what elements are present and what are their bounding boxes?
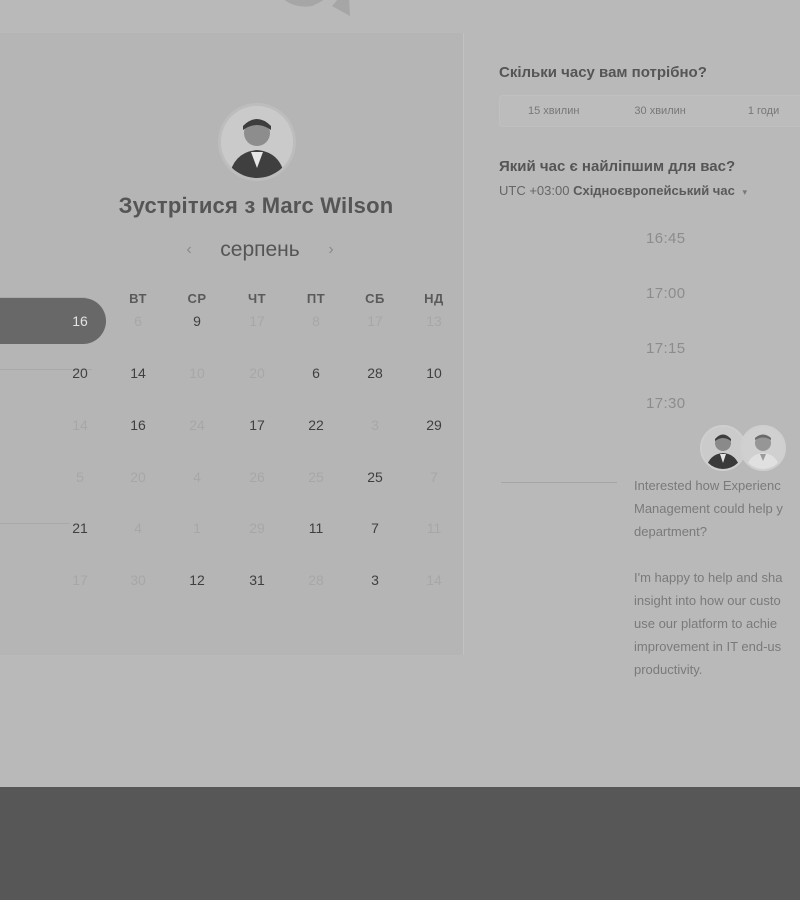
calendar-day: 17: [72, 572, 88, 588]
calendar-day[interactable]: 9: [177, 313, 217, 329]
calendar-day[interactable]: 11: [296, 520, 336, 536]
calendar-day: 28: [308, 572, 324, 588]
duration-option-15[interactable]: 15 хвилин: [528, 105, 579, 117]
timezone-offset: UTC +03:00: [499, 183, 570, 198]
message-line: insight into how our custo: [634, 593, 781, 608]
host-avatar: [740, 425, 786, 471]
calendar-day[interactable]: 20: [60, 365, 100, 381]
calendar-day: 10: [189, 365, 205, 381]
calendar-day[interactable]: 17: [237, 417, 277, 433]
timezone-name: Східноєвропейський час: [573, 183, 735, 198]
calendar-day[interactable]: 6: [296, 365, 336, 381]
time-slot[interactable]: 16:45: [646, 230, 686, 247]
calendar-day[interactable]: 7: [355, 520, 395, 536]
calendar-day[interactable]: 29: [414, 417, 454, 433]
meeting-title: Зустрітися з Marc Wilson: [118, 193, 394, 218]
duration-selector: 15 хвилин 30 хвилин 1 годи: [499, 95, 800, 127]
calendar-day: 17: [367, 313, 383, 329]
divider: [501, 482, 617, 483]
message-line: productivity.: [634, 662, 703, 677]
time-question: Який час є найліпшим для вас?: [499, 158, 736, 175]
weekday-wed: СР: [187, 291, 207, 306]
message-line: department?: [634, 524, 707, 539]
message-line: I'm happy to help and sha: [634, 570, 783, 585]
calendar-day[interactable]: 31: [237, 572, 277, 588]
prev-month-icon[interactable]: ‹: [180, 241, 198, 259]
host-avatar: [218, 103, 296, 181]
calendar-day: 6: [134, 313, 142, 329]
calendar-day: 29: [249, 520, 265, 536]
calendar-day[interactable]: 10: [414, 365, 454, 381]
calendar-day[interactable]: 12: [177, 572, 217, 588]
weekday-sat: СБ: [365, 291, 385, 306]
time-slot[interactable]: 17:30: [646, 395, 686, 412]
weekday-tue: ВТ: [129, 291, 147, 306]
message-line: use our platform to achie: [634, 616, 778, 631]
calendar-day: 30: [130, 572, 146, 588]
chevron-down-icon: ▾: [742, 187, 747, 197]
calendar-day: 25: [308, 469, 324, 485]
calendar-day: 20: [130, 469, 146, 485]
message-line: improvement in IT end-us: [634, 639, 782, 654]
calendar-day: 17: [249, 313, 265, 329]
weekday-sun: НД: [424, 291, 444, 306]
calendar-day[interactable]: 16: [118, 417, 158, 433]
next-month-icon[interactable]: ›: [322, 241, 340, 259]
calendar-day: 26: [249, 469, 265, 485]
duration-option-30[interactable]: 30 хвилин: [634, 105, 685, 117]
weekday-fri: ПТ: [306, 291, 326, 306]
calendar-day: 8: [312, 313, 320, 329]
calendar-day: 24: [189, 417, 205, 433]
message-line: Interested how Experienc: [634, 478, 781, 493]
calendar-day: 14: [72, 417, 88, 433]
month-label: серпень: [220, 238, 300, 261]
calendar-day[interactable]: 21: [60, 520, 100, 536]
message-line: Management could help y: [634, 501, 783, 516]
booking-panel: Скільки часу вам потрібно? 15 хвилин 30 …: [466, 33, 800, 733]
calendar-day: 1: [193, 520, 201, 536]
month-navigation: ‹ серпень ›: [180, 235, 340, 265]
calendar-day: 14: [426, 572, 442, 588]
calendar-day: 4: [134, 520, 142, 536]
calendar-panel: Зустрітися з Marc Wilson ‹ серпень › ВТ …: [0, 33, 464, 655]
calendar-day[interactable]: 22: [296, 417, 336, 433]
calendar-day: 11: [426, 520, 442, 536]
duration-question: Скільки часу вам потрібно?: [499, 64, 707, 81]
calendar-day[interactable]: 14: [118, 365, 158, 381]
calendar-day: 4: [193, 469, 201, 485]
time-slot[interactable]: 17:15: [646, 340, 686, 357]
footer-bar: [0, 787, 800, 900]
weekday-thu: ЧТ: [247, 291, 267, 306]
calendar-day-selected[interactable]: 16: [60, 313, 100, 329]
duration-option-60[interactable]: 1 годи: [748, 105, 779, 117]
calendar-day[interactable]: 3: [355, 572, 395, 588]
calendar-day: 20: [249, 365, 265, 381]
calendar-day: 13: [426, 313, 442, 329]
calendar-day: 5: [76, 469, 84, 485]
calendar-day[interactable]: 25: [355, 469, 395, 485]
calendar-day[interactable]: 28: [355, 365, 395, 381]
logo-icon: [270, 0, 570, 18]
time-slot[interactable]: 17:00: [646, 285, 686, 302]
calendar-day: 7: [430, 469, 438, 485]
calendar-day: 3: [371, 417, 379, 433]
timezone-selector[interactable]: UTC +03:00 Східноєвропейський час ▾: [499, 183, 747, 198]
